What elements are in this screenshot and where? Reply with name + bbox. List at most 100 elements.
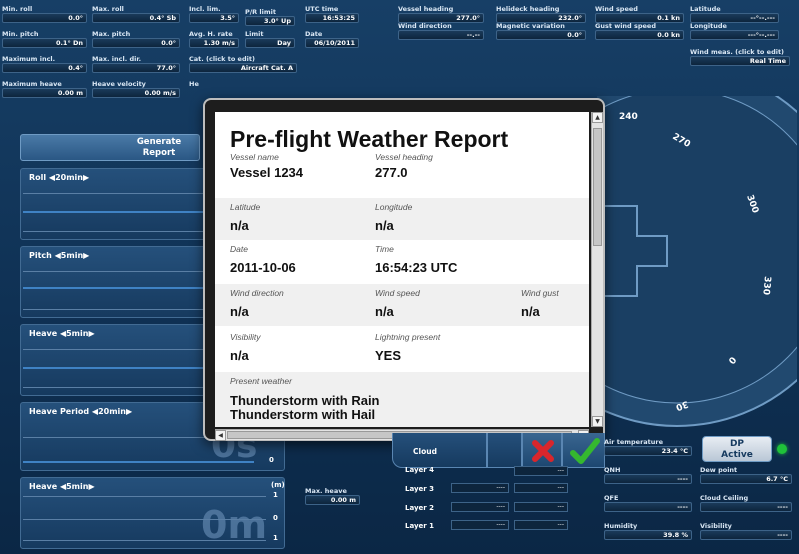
- air-temp-field: Air temperature 23.4 °C: [604, 438, 692, 456]
- wind-direction-key: Wind direction: [230, 288, 284, 298]
- layer-4-cover-input[interactable]: ---: [514, 466, 568, 476]
- heave-2-tick-neg1: 1: [273, 534, 278, 542]
- date-value: 06/10/2011: [305, 38, 359, 48]
- min-pitch-field: Min. pitch 0.1° Dn: [2, 30, 87, 48]
- limit-field: Limit Day: [245, 30, 295, 48]
- dp-label: DP: [729, 439, 745, 449]
- layer-3-cover-input[interactable]: ---: [514, 483, 568, 493]
- cat-value[interactable]: Aircraft Cat. A: [189, 63, 297, 73]
- helideck-heading-label: Helideck heading: [496, 5, 560, 13]
- avg-h-rate-label: Avg. H. rate: [189, 30, 233, 38]
- cancel-x-icon: [532, 440, 554, 462]
- report-row-wind: Wind direction n/a Wind speed n/a Wind gus…: [215, 284, 589, 326]
- max-pitch-label: Max. pitch: [92, 30, 131, 38]
- cloud-tab: Cloud: [392, 433, 487, 468]
- vessel-heading-cell: Vessel heading 277.0: [375, 152, 433, 180]
- lightning-report-value: YES: [375, 348, 402, 363]
- avg-h-rate-field: Avg. H. rate 1.30 m/s: [189, 30, 239, 48]
- max-pitch-value: 0.0°: [92, 38, 180, 48]
- max-heave-field: Max. heave 0.00 m: [305, 487, 360, 505]
- layer-1-label: Layer 1: [405, 522, 435, 530]
- dp-active-button[interactable]: DP Active: [702, 436, 772, 462]
- heave-2-grid-top: [23, 496, 266, 497]
- report-row-position: Latitude n/a Longitude n/a: [215, 198, 589, 240]
- time-key: Time: [375, 244, 394, 254]
- scroll-down-arrow-icon[interactable]: ▼: [592, 416, 603, 427]
- compass-label-240: 240: [619, 112, 638, 122]
- vertical-scroll-thumb[interactable]: [593, 128, 602, 246]
- ok-button[interactable]: [562, 433, 605, 468]
- vessel-heading-label: Vessel heading: [398, 5, 454, 13]
- heave-2-tick-1: 1: [273, 491, 278, 499]
- heave-2-unit: (m): [271, 481, 285, 489]
- min-roll-value: 0.0°: [2, 13, 87, 23]
- ok-checkmark-icon: [570, 438, 600, 464]
- min-roll-label: Min. roll: [2, 5, 33, 13]
- generate-report-button[interactable]: Generate Report: [20, 134, 200, 161]
- wind-speed-label: Wind speed: [595, 5, 638, 13]
- wind-meas-value[interactable]: Real Time: [690, 56, 790, 66]
- layer-2-cover-input[interactable]: ---: [514, 502, 568, 512]
- wind-gust-report-value: n/a: [521, 304, 540, 319]
- scroll-left-arrow-icon[interactable]: ◀: [215, 430, 226, 441]
- wind-meas-label: Wind meas. (click to edit): [690, 48, 785, 56]
- visibility-field: Visibility ----: [700, 522, 792, 540]
- report-row-vessel: Vessel name Vessel 1234 Vessel heading 277…: [215, 152, 589, 202]
- longitude-key: Longitude: [375, 202, 413, 212]
- present-weather-key: Present weather: [230, 376, 292, 386]
- wind-meas-field[interactable]: Wind meas. (click to edit) Real Time: [690, 48, 790, 66]
- report-row-present-weather: Present weather Thunderstorm with Rain Thu…: [215, 372, 589, 427]
- heave-velocity-field: Heave velocity 0.00 m/s: [92, 80, 180, 98]
- time-report-value: 16:54:23 UTC: [375, 260, 458, 275]
- compass-label-330: 330: [760, 276, 772, 296]
- heave-2-title[interactable]: Heave ◀5min▶: [21, 478, 284, 495]
- air-temp-label: Air temperature: [604, 438, 664, 446]
- compass-ring-inner: [597, 96, 797, 404]
- layer-1-height-input[interactable]: ----: [451, 520, 509, 530]
- vessel-heading-report-value: 277.0: [375, 165, 408, 180]
- visibility-cell: Visibility n/a: [230, 332, 261, 363]
- cancel-button[interactable]: [522, 433, 562, 468]
- latitude-report-value: n/a: [230, 218, 249, 233]
- lightning-cell: Lightning present YES: [375, 332, 440, 363]
- layer-3-height-input[interactable]: ----: [451, 483, 509, 493]
- report-vertical-scrollbar[interactable]: ▲ ▼: [591, 112, 603, 427]
- cat-field[interactable]: Cat. (click to edit) Aircraft Cat. A: [189, 55, 297, 73]
- limit-value[interactable]: Day: [245, 38, 295, 48]
- visibility-report-value: n/a: [230, 348, 249, 363]
- maximum-incl-field: Maximum incl. 0.4°: [2, 55, 87, 73]
- pr-limit-value[interactable]: 3.0° Up: [245, 16, 295, 26]
- dew-point-label: Dew point: [700, 466, 738, 474]
- heave-velocity-label: Heave velocity: [92, 80, 146, 88]
- date-key: Date: [230, 244, 248, 254]
- blank-tab[interactable]: [487, 433, 522, 468]
- maximum-incl-label: Maximum incl.: [2, 55, 56, 63]
- qnh-value: ----: [604, 474, 692, 484]
- longitude-field: Longitude ---°--.---: [690, 22, 779, 40]
- incl-lim-field: Incl. lim. 3.5°: [189, 5, 239, 23]
- vessel-name-cell: Vessel name Vessel 1234: [230, 152, 303, 180]
- generate-report-label: Generate Report: [136, 137, 182, 158]
- dew-point-field: Dew point 6.7 °C: [700, 466, 792, 484]
- report-row-visibility: Visibility n/a Lightning present YES: [215, 328, 589, 370]
- longitude-report-value: n/a: [375, 218, 394, 233]
- vessel-name-key: Vessel name: [230, 152, 279, 162]
- layer-1-cover-input[interactable]: ---: [514, 520, 568, 530]
- heave-2-grid-bottom: [23, 540, 266, 541]
- humidity-value: 39.8 %: [604, 530, 692, 540]
- report-page[interactable]: Pre-flight Weather Report Vessel name Ves…: [215, 112, 589, 427]
- wind-gust-key: Wind gust: [521, 288, 559, 298]
- date-cell: Date 2011-10-06: [230, 244, 296, 275]
- scroll-up-arrow-icon[interactable]: ▲: [592, 112, 603, 123]
- visibility-key: Visibility: [230, 332, 261, 342]
- latitude-field: Latitude --°--.---: [690, 5, 779, 23]
- layer-4-label: Layer 4: [405, 466, 435, 474]
- layer-2-label: Layer 2: [405, 504, 435, 512]
- max-pitch-field: Max. pitch 0.0°: [92, 30, 180, 48]
- layer-2-height-input[interactable]: ----: [451, 502, 509, 512]
- wind-direction-value: --.--: [398, 30, 484, 40]
- vessel-heading-field: Vessel heading 277.0°: [398, 5, 484, 23]
- cat-label: Cat. (click to edit): [189, 55, 255, 63]
- wind-speed-key: Wind speed: [375, 288, 420, 298]
- incl-lim-value: 3.5°: [189, 13, 239, 23]
